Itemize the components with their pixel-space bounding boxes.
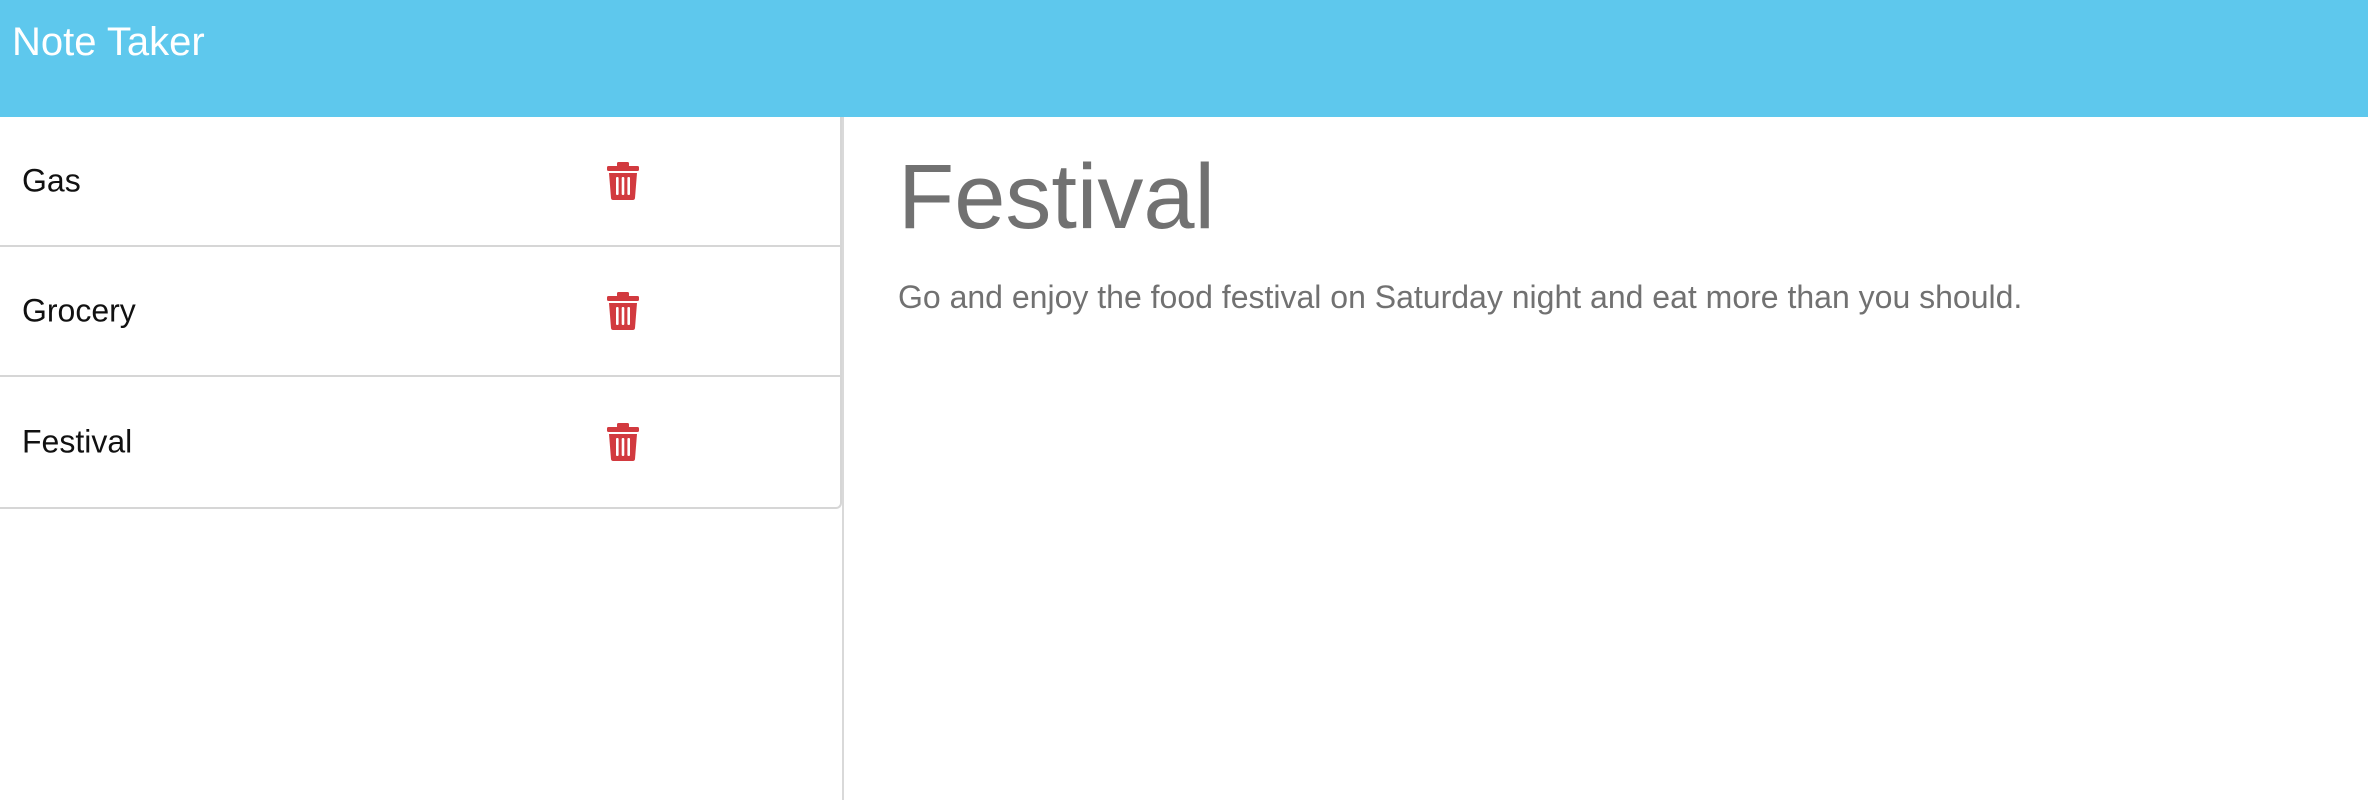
delete-note-button[interactable]	[605, 291, 641, 331]
note-item-title[interactable]: Festival	[22, 424, 132, 461]
note-item-gas[interactable]: Gas	[0, 117, 840, 247]
navbar: Note Taker	[0, 0, 2368, 117]
note-item-grocery[interactable]: Grocery	[0, 247, 840, 377]
note-list: Gas Grocery Festival	[0, 117, 842, 509]
note-editor: Festival Go and enjoy the food festival …	[846, 117, 2368, 800]
app-title[interactable]: Note Taker	[12, 18, 205, 66]
note-title-field[interactable]: Festival	[898, 147, 1215, 247]
trash-icon	[607, 292, 639, 330]
note-sidebar: Gas Grocery Festival	[0, 117, 844, 800]
trash-icon	[607, 162, 639, 200]
trash-icon	[607, 423, 639, 461]
note-item-title[interactable]: Grocery	[22, 293, 136, 330]
note-item-festival[interactable]: Festival	[0, 377, 840, 507]
note-text-field[interactable]: Go and enjoy the food festival on Saturd…	[898, 277, 2022, 317]
note-item-title[interactable]: Gas	[22, 163, 81, 200]
delete-note-button[interactable]	[605, 422, 641, 462]
delete-note-button[interactable]	[605, 161, 641, 201]
